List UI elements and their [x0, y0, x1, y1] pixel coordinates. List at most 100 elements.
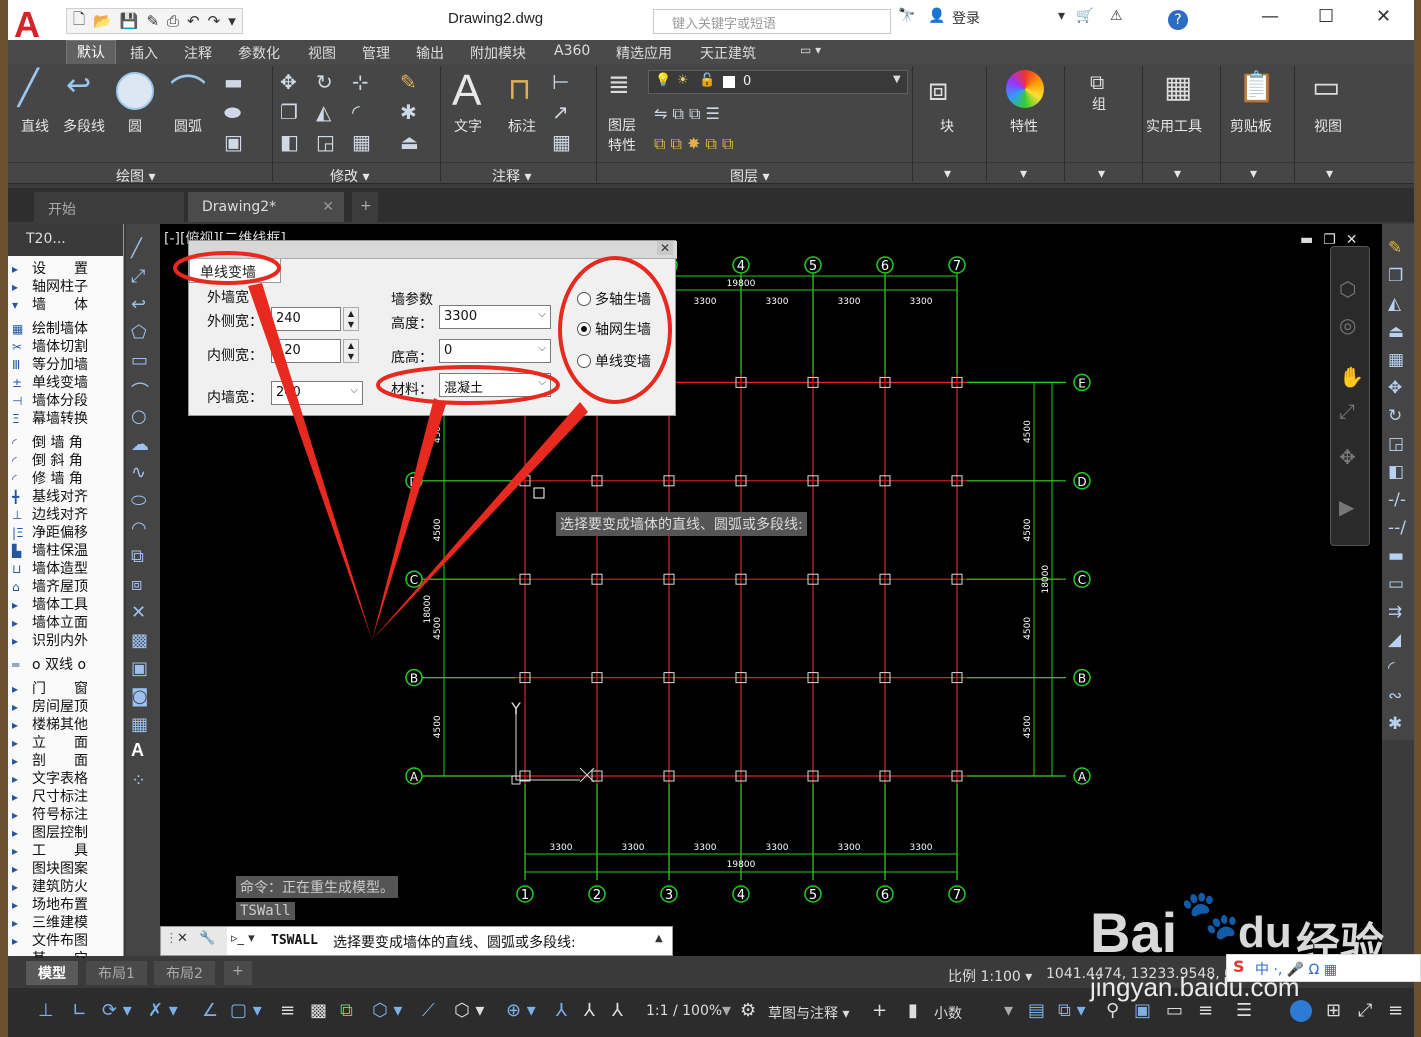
hatch-tool-icon[interactable]: ▩	[131, 630, 148, 651]
panel-item[interactable]: ▸ 立 面	[12, 734, 88, 752]
trim-icon[interactable]: ⊹	[352, 70, 369, 94]
arc-tool-icon[interactable]: ⌒	[131, 378, 149, 404]
login-button[interactable]: 登录	[952, 8, 980, 28]
ime-tools-icon[interactable]: 中 ·, 🎤 Ω ▦	[1255, 959, 1337, 979]
3d-osnap-icon[interactable]: ⬡ ▾	[372, 1000, 402, 1021]
save-as-icon[interactable]: ✎	[146, 12, 159, 30]
hatch-icon[interactable]: ⬬	[224, 100, 241, 124]
object-snap-icon[interactable]: ▢ ▾	[230, 1000, 262, 1021]
dialog-title-tab[interactable]: 单线变墙	[189, 259, 281, 283]
panel-item[interactable]: ▸ 轴网柱子	[12, 278, 88, 296]
explode-tool-icon[interactable]: ✱	[1388, 714, 1402, 734]
annotation-monitor-icon[interactable]: +	[872, 1000, 887, 1021]
save-icon[interactable]: 💾	[120, 12, 139, 30]
panel-item[interactable]: ◜ 倒 斜 角	[12, 452, 83, 470]
add-tab-icon[interactable]: +	[352, 192, 378, 222]
copy-tool-icon[interactable]: ❐	[1388, 266, 1403, 286]
clipboard-button[interactable]: 剪贴板	[1230, 116, 1272, 136]
make-block-tool-icon[interactable]: ⧈	[131, 574, 142, 595]
line-button[interactable]: 直线	[21, 116, 49, 136]
steering-wheel-icon[interactable]: ◎	[1339, 313, 1356, 337]
erase-tool-icon[interactable]: ✎	[1388, 238, 1402, 258]
add-layout-icon[interactable]: +	[224, 961, 252, 985]
layer-tool-icon[interactable]: ⇋ ⧉ ⧉ ☰	[654, 104, 720, 124]
zoom-level[interactable]: 1:1 / 100%	[646, 1003, 722, 1019]
panel-item[interactable]: ▸ 场地布置	[12, 896, 88, 914]
radio-single-line-wall[interactable]: 单线变墙	[577, 351, 651, 371]
undo-icon[interactable]: ↶	[187, 12, 200, 30]
panel-item[interactable]: ▸ 建筑防火	[12, 878, 88, 896]
tab-addins[interactable]: 附加模块	[470, 43, 526, 63]
panel-item[interactable]: ± 单线变墙	[12, 374, 88, 392]
xline-tool-icon[interactable]: ⤢	[131, 266, 145, 287]
dialog-titlebar[interactable]: ✕	[189, 241, 677, 259]
panel-item[interactable]: ▸ 门 窗	[12, 680, 88, 698]
linear-dim-icon[interactable]: ⊢	[552, 70, 569, 94]
inner-width-spinner[interactable]: ▲ ▼	[343, 339, 359, 363]
command-prompt-icon[interactable]: ▹_ ▾	[231, 931, 255, 946]
polyline-button[interactable]: 多段线	[63, 116, 105, 136]
explode-icon[interactable]: ✱	[400, 100, 417, 124]
help-icon[interactable]: ?	[1168, 10, 1188, 30]
tab-annotate[interactable]: 注释	[184, 43, 212, 63]
tab-layout1[interactable]: 布局1	[86, 961, 147, 985]
workspace-gear-icon[interactable]: ⚙	[740, 1000, 756, 1021]
qa-dropdown-icon[interactable]: ▾	[228, 12, 236, 30]
close-icon[interactable]: ✕	[1376, 6, 1391, 27]
panel-item[interactable]: ⊥ 边线对齐	[12, 506, 88, 524]
tab-featured[interactable]: 精选应用	[616, 43, 672, 63]
table-icon[interactable]: ▦	[552, 130, 571, 154]
panel-item[interactable]: ▸ 墙体工具	[12, 596, 88, 614]
tab-drawing2[interactable]: Drawing2* ✕	[188, 192, 344, 222]
clipboard-expand-icon[interactable]: ▾	[1250, 166, 1257, 182]
new-file-icon[interactable]: 🗋	[73, 9, 85, 34]
mirror-tool-icon[interactable]: ◭	[1388, 294, 1401, 314]
panel-item[interactable]: ▸ 识别内外	[12, 632, 88, 650]
ime-toolbar[interactable]: S 中 ·, 🎤 Ω ▦	[1226, 954, 1421, 982]
erase-icon[interactable]: ✎	[400, 70, 417, 94]
clipboard-icon[interactable]: 📋	[1238, 70, 1275, 105]
panel-item[interactable]: ╋ 基线对齐	[12, 488, 88, 506]
array-icon[interactable]: ▦	[352, 130, 371, 154]
ribbon-toggle-icon[interactable]: ▭ ▾	[800, 43, 821, 57]
auto-scale-icon[interactable]: ⅄	[584, 1000, 595, 1021]
open-folder-icon[interactable]: 📂	[93, 12, 112, 30]
rect-tool-icon[interactable]: ▭	[131, 350, 148, 371]
tab-parametric[interactable]: 参数化	[238, 43, 280, 63]
binoculars-icon[interactable]: 🔭	[898, 8, 915, 24]
minimize-icon[interactable]: —	[1261, 6, 1279, 27]
circle-icon[interactable]	[116, 72, 154, 110]
color-wheel-icon[interactable]	[1006, 70, 1044, 108]
layer-properties-button[interactable]: 图层 特性	[608, 116, 636, 156]
tab-default[interactable]: 默认	[66, 40, 116, 64]
trim-tool-icon[interactable]: -/-	[1388, 490, 1406, 510]
selection-cycling-icon[interactable]: ⧉	[340, 1000, 353, 1021]
array-tool-icon[interactable]: ▦	[1388, 350, 1404, 370]
polygon-tool-icon[interactable]: ⬠	[131, 322, 147, 343]
region-icon[interactable]: ▣	[224, 130, 243, 154]
tab-model[interactable]: 模型	[26, 961, 78, 985]
panel-item[interactable]: ⌂ 墙齐屋顶	[12, 578, 88, 596]
dynamic-ucs-icon[interactable]: ⟋	[422, 1000, 435, 1021]
polyline-icon[interactable]: ↩	[66, 68, 91, 103]
maximize-icon[interactable]: ☐	[1318, 6, 1334, 27]
wrench-icon[interactable]: 🔧	[199, 931, 215, 946]
inner-width-input[interactable]: 120	[271, 339, 341, 363]
arc-button[interactable]: 圆弧	[174, 116, 202, 136]
line-tool-icon[interactable]: ╱	[131, 238, 142, 259]
view-expand-icon[interactable]: ▾	[1326, 166, 1333, 182]
move-tool-icon[interactable]: ✥	[1388, 378, 1402, 398]
height-select[interactable]: 3300 ⌵	[439, 305, 551, 329]
annotate-group-label[interactable]: 注释 ▾	[492, 166, 531, 186]
transparency-icon[interactable]: ▩	[310, 1000, 327, 1021]
panel-item[interactable]: ▸ 工 具	[12, 842, 88, 860]
pan-hand-icon[interactable]: ✋	[1339, 365, 1364, 389]
user-icon[interactable]: 👤	[928, 8, 945, 24]
insert-block-tool-icon[interactable]: ⧉	[131, 546, 144, 567]
dialog-close-icon[interactable]: ✕	[656, 241, 673, 255]
infer-constraints-icon[interactable]: ⊥	[38, 1000, 54, 1021]
draw-group-label[interactable]: 绘图 ▾	[116, 166, 155, 186]
clean-screen-icon[interactable]: ▭	[1166, 1000, 1183, 1021]
snap-mode-icon[interactable]: ∟	[72, 1000, 87, 1021]
tab-manage[interactable]: 管理	[362, 43, 390, 63]
